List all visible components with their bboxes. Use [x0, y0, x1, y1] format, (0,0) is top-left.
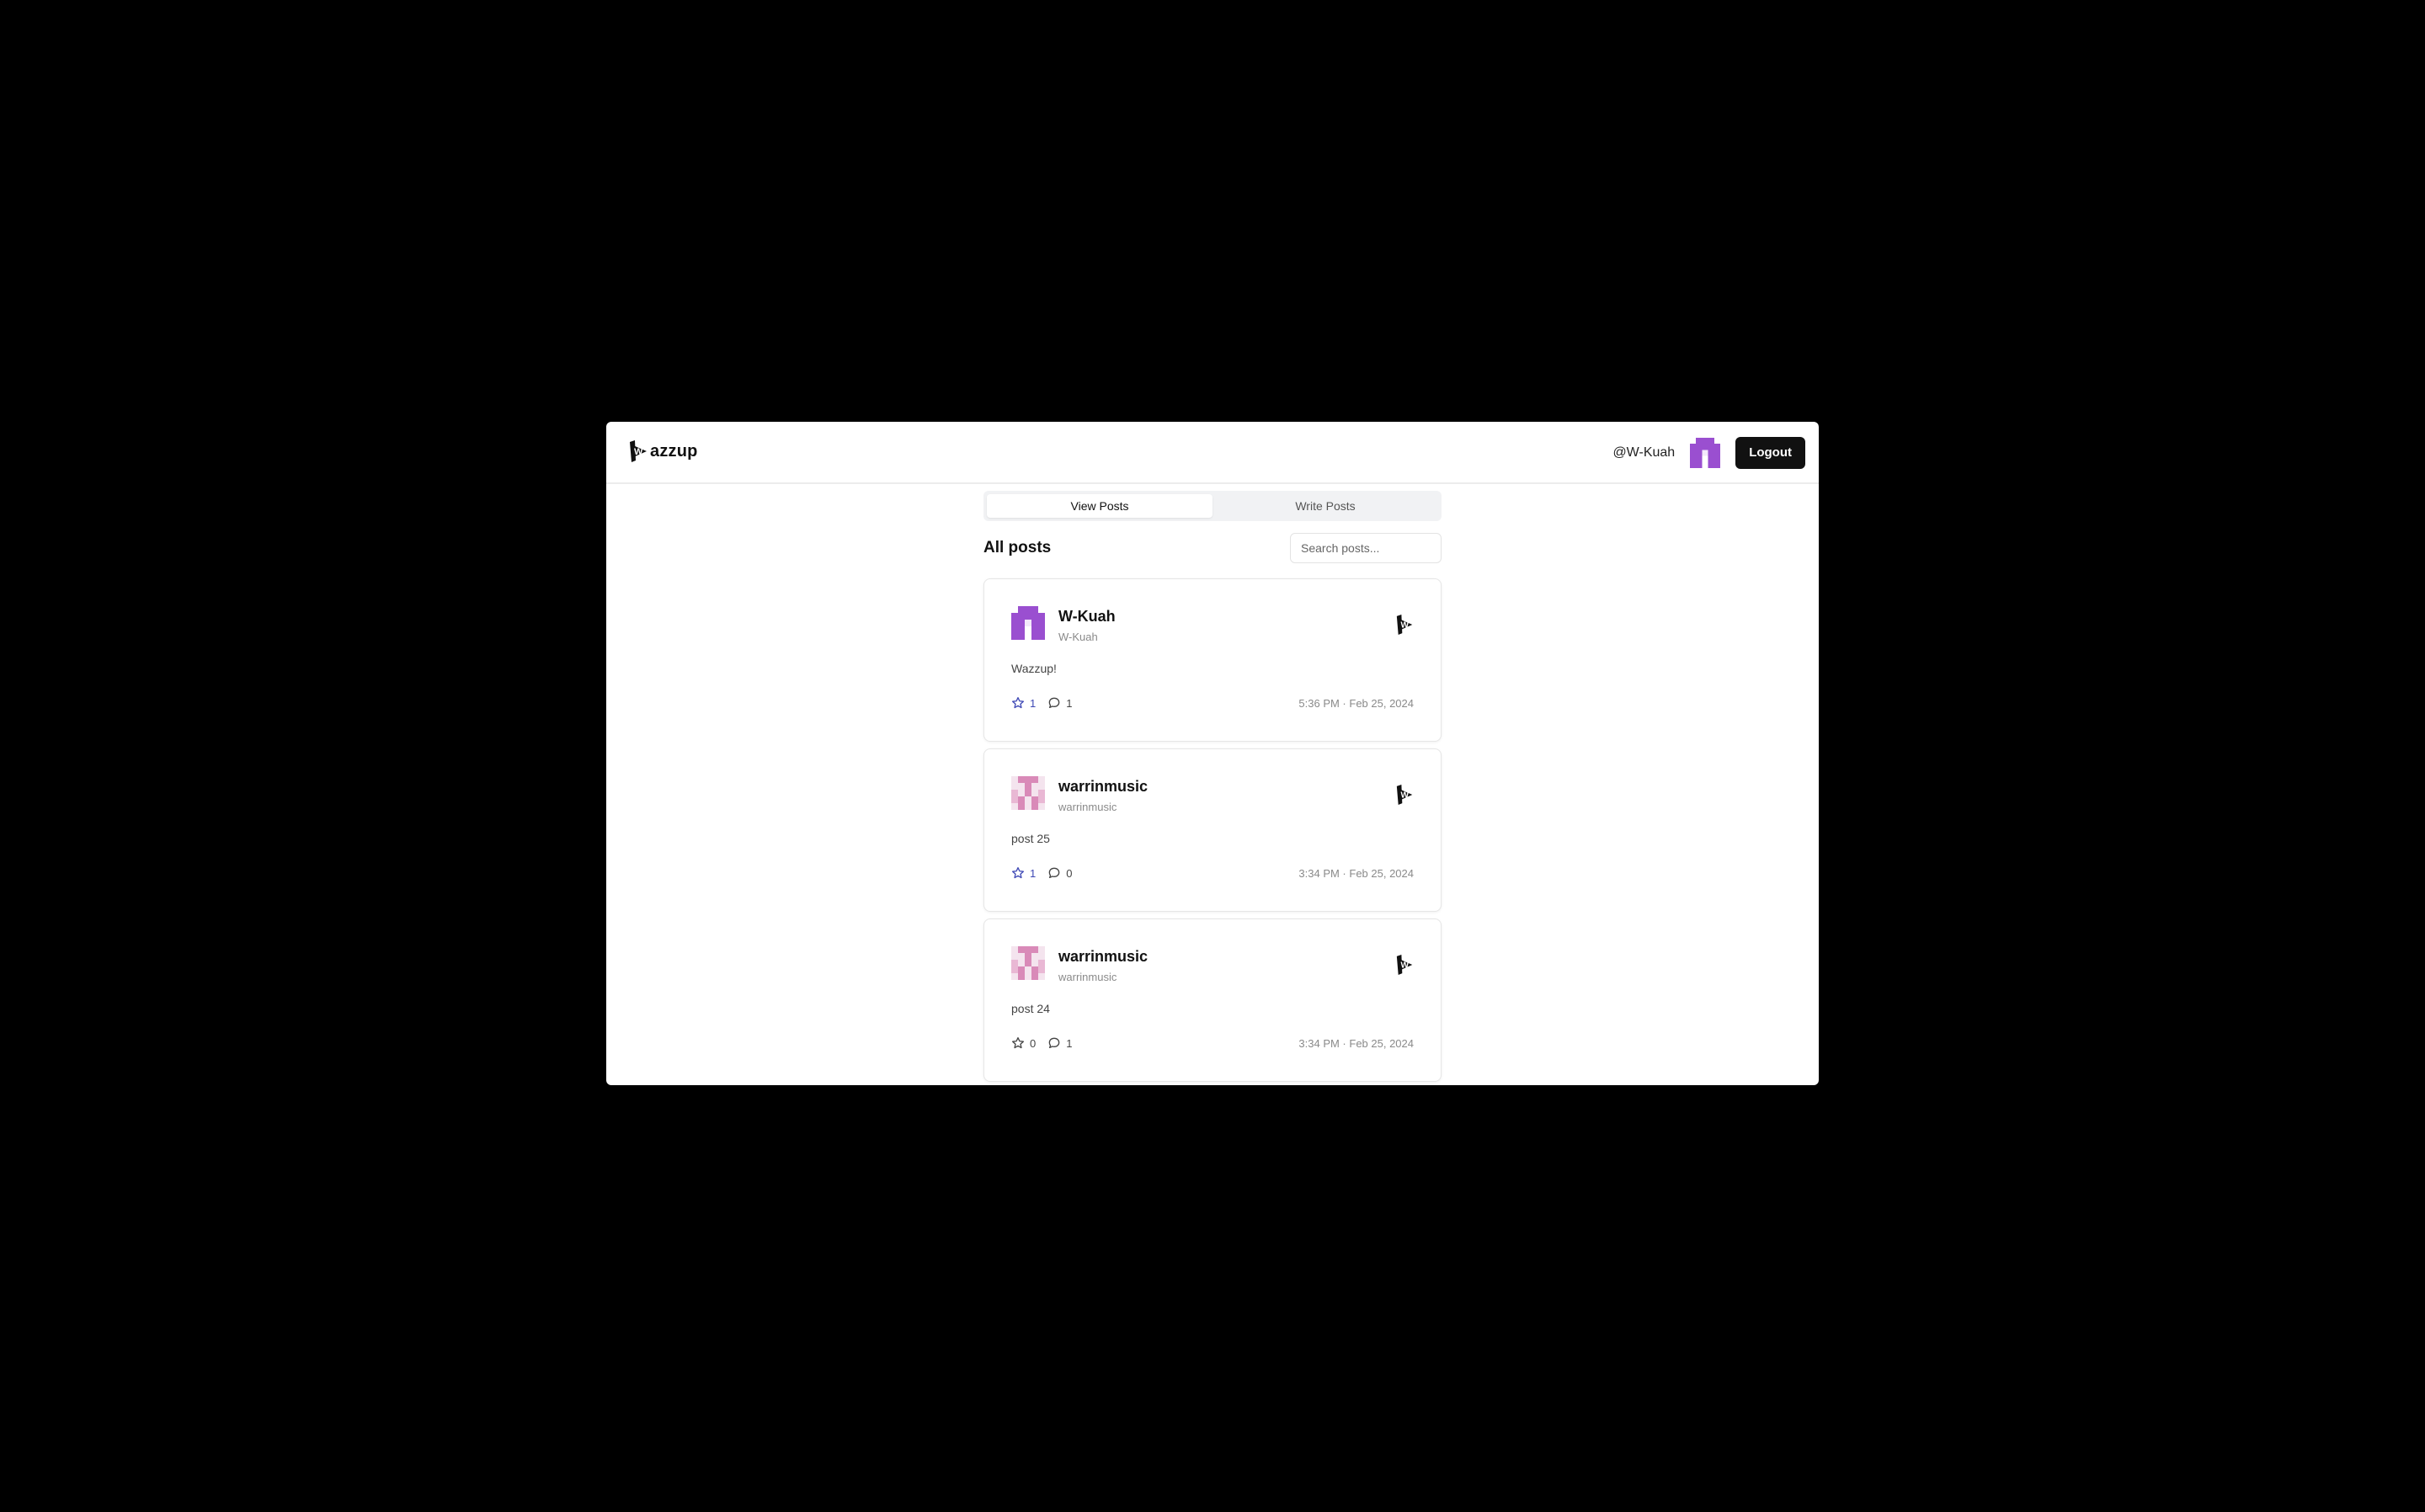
post-author-handle: W-Kuah	[1058, 631, 1098, 643]
app-logo[interactable]: W azzup	[630, 440, 698, 462]
post-author-handle: warrinmusic	[1058, 801, 1117, 813]
main-content: View Posts Write Posts All posts W-Kuah …	[983, 491, 1442, 1085]
star-count: 0	[1030, 1036, 1037, 1050]
post-body-text: post 25	[1011, 832, 1050, 845]
star-count: 1	[1030, 696, 1037, 710]
post-timestamp: 3:34 PM · Feb 25, 2024	[1298, 867, 1414, 880]
author-avatar	[1011, 606, 1045, 640]
top-navigation-bar: W azzup @W-Kuah Logout	[606, 422, 1819, 484]
search-input[interactable]	[1290, 533, 1442, 563]
star-button[interactable]: 0	[1011, 1036, 1036, 1050]
post-card[interactable]: W-Kuah W-Kuah W Wazzup! 1 1 5:36 PM · Fe…	[983, 578, 1442, 742]
svg-text:W: W	[1400, 621, 1409, 631]
comment-icon	[1048, 867, 1060, 878]
star-button[interactable]: 1	[1011, 866, 1036, 880]
svg-text:W: W	[1400, 961, 1409, 971]
post-timestamp: 3:34 PM · Feb 25, 2024	[1298, 1037, 1414, 1050]
post-author-handle: warrinmusic	[1058, 971, 1117, 983]
user-area: @W-Kuah Logout	[1612, 437, 1805, 469]
app-window: W azzup @W-Kuah Logout View Posts Write …	[606, 422, 1819, 1085]
comment-count: 1	[1066, 1036, 1073, 1050]
tab-write-posts[interactable]: Write Posts	[1212, 494, 1438, 518]
star-icon	[1012, 1037, 1024, 1049]
star-count: 1	[1030, 866, 1037, 880]
post-author-name[interactable]: warrinmusic	[1058, 778, 1148, 796]
post-author-name[interactable]: W-Kuah	[1058, 608, 1116, 626]
comment-count: 1	[1066, 696, 1073, 710]
star-icon	[1012, 867, 1024, 879]
post-actions: 1 1	[1011, 696, 1072, 710]
comment-button[interactable]: 1	[1047, 1036, 1072, 1050]
svg-text:W: W	[1400, 791, 1409, 801]
logout-button[interactable]: Logout	[1735, 437, 1805, 469]
post-card[interactable]: warrinmusic warrinmusic W post 25 1 0 3:…	[983, 748, 1442, 912]
wazzup-brand-icon[interactable]: W	[1395, 615, 1415, 635]
star-icon	[1012, 697, 1024, 709]
comment-icon	[1048, 1037, 1060, 1048]
posts-list: W-Kuah W-Kuah W Wazzup! 1 1 5:36 PM · Fe…	[983, 578, 1442, 1082]
author-avatar	[1011, 776, 1045, 810]
page-title: All posts	[983, 539, 1052, 556]
wazzup-logo-icon: W	[630, 440, 647, 462]
comment-icon	[1048, 697, 1060, 708]
post-actions: 0 1	[1011, 1036, 1072, 1050]
comment-count: 0	[1066, 866, 1073, 880]
post-body-text: post 24	[1011, 1002, 1050, 1015]
tab-view-posts[interactable]: View Posts	[987, 494, 1212, 518]
post-actions: 1 0	[1011, 866, 1072, 880]
post-tabs: View Posts Write Posts	[983, 491, 1442, 521]
post-timestamp: 5:36 PM · Feb 25, 2024	[1298, 697, 1414, 710]
svg-text:W: W	[634, 447, 643, 457]
star-button[interactable]: 1	[1011, 696, 1036, 710]
wazzup-brand-icon[interactable]: W	[1395, 785, 1415, 805]
wazzup-brand-icon[interactable]: W	[1395, 955, 1415, 975]
post-card[interactable]: warrinmusic warrinmusic W post 24 0 1 3:…	[983, 918, 1442, 1082]
comment-button[interactable]: 0	[1047, 866, 1072, 880]
author-avatar	[1011, 946, 1045, 980]
comment-button[interactable]: 1	[1047, 696, 1072, 710]
post-author-name[interactable]: warrinmusic	[1058, 948, 1148, 966]
posts-list-header: All posts	[983, 533, 1442, 563]
user-avatar[interactable]	[1690, 438, 1721, 468]
app-logo-text: azzup	[650, 441, 698, 461]
post-body-text: Wazzup!	[1011, 662, 1057, 675]
current-user-handle: @W-Kuah	[1612, 445, 1676, 460]
